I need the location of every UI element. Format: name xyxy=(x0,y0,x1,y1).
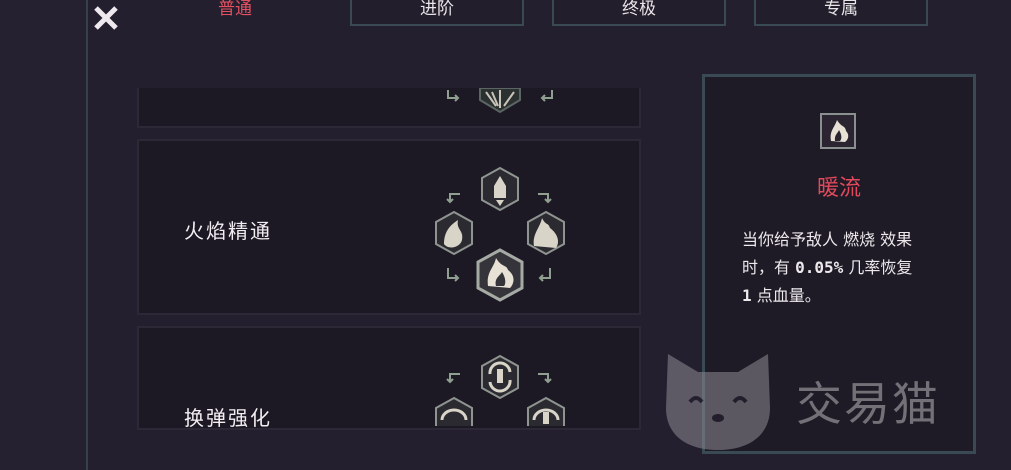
arrow-icon xyxy=(447,90,460,102)
close-button[interactable] xyxy=(93,5,119,31)
skill-description: 当你给予敌人 燃烧 效果 时，有 0.05% 几率恢复 1 点血量。 xyxy=(742,230,913,305)
arrow-icon xyxy=(446,193,460,204)
blaze-node-icon xyxy=(527,210,565,256)
skill-tree-fire xyxy=(435,166,565,302)
arrow-icon xyxy=(447,268,460,282)
arrow-icon xyxy=(538,193,552,204)
reload-node-icon xyxy=(481,354,519,400)
skill-label: 换弹强化 xyxy=(184,406,272,430)
flame-icon xyxy=(820,113,856,149)
skill-title: 暖流 xyxy=(816,176,861,201)
magazine-node-icon xyxy=(435,396,473,426)
skill-tree-icons xyxy=(447,88,553,114)
fire-bullet-node-icon xyxy=(435,210,473,256)
tab-normal[interactable]: 普通 xyxy=(170,0,300,26)
close-icon xyxy=(94,6,118,30)
skill-row[interactable] xyxy=(137,88,641,128)
tab-ultimate[interactable]: 终极 xyxy=(552,0,726,26)
arrow-icon xyxy=(538,268,551,282)
rocket-node-icon xyxy=(481,166,519,212)
cat-logo-icon xyxy=(666,354,770,450)
skill-label: 火焰精通 xyxy=(184,219,272,243)
arrow-icon xyxy=(540,90,553,102)
arrow-icon xyxy=(538,373,552,384)
watermark-text: 交易猫 xyxy=(796,377,940,431)
tab-exclusive[interactable]: 专属 xyxy=(754,0,928,26)
flame-mastery-node-icon xyxy=(476,248,524,302)
tab-advanced[interactable]: 进阶 xyxy=(350,0,524,26)
skill-tree-reload xyxy=(435,354,565,426)
ammo-node-icon xyxy=(527,396,565,426)
arrow-icon xyxy=(446,373,460,384)
